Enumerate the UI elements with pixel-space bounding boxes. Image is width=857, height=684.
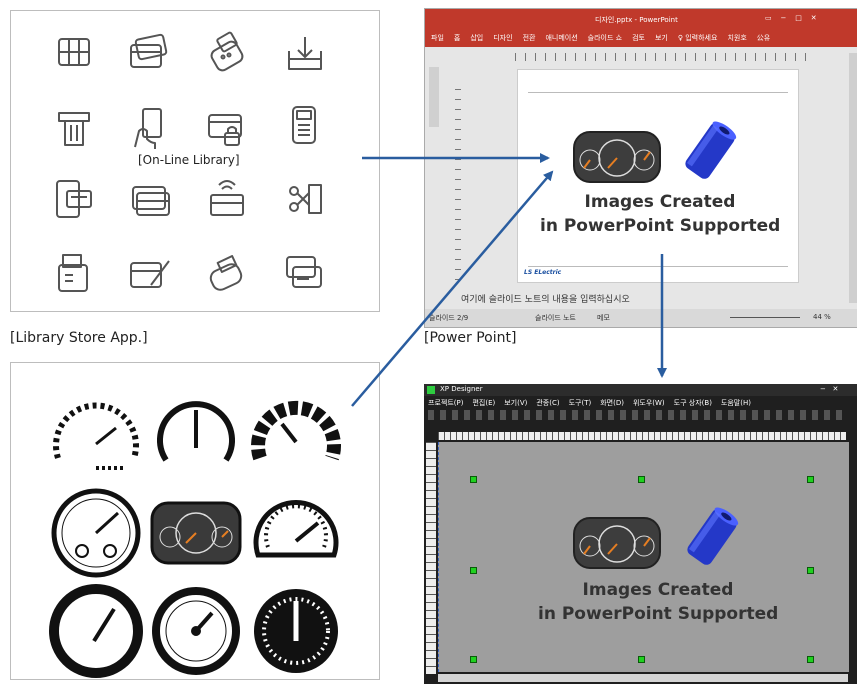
ribbon-tab[interactable]: ♀ 입력하세요 (678, 33, 718, 43)
xp-menu-item[interactable]: 위도우(W) (633, 398, 665, 408)
library-panel: [On-Line Library] (10, 10, 380, 312)
speedometer-icon (253, 500, 339, 558)
xp-menu-item[interactable]: 프로젝트(P) (428, 398, 463, 408)
online-library-label: [On-Line Library] (136, 153, 242, 167)
ppt-dashboard-graphic (573, 131, 661, 183)
zoom-slider[interactable] (730, 317, 800, 318)
xp-menu-item[interactable]: 화면(D) (600, 398, 624, 408)
thick-ring-gauge-icon (49, 584, 143, 678)
xp-title-text: XP Designer (440, 385, 483, 393)
slide-top-line (528, 92, 788, 93)
ppt-overlay-line1: Images Created (584, 192, 736, 212)
xp-horizontal-ruler (438, 432, 846, 440)
selection-handle[interactable] (638, 656, 645, 663)
gauge-icon-grid (49, 400, 341, 678)
black-gauge-icon (254, 589, 338, 673)
ribbon-tab[interactable]: 삽입 (470, 33, 483, 43)
download-tray-icon (288, 37, 322, 70)
card-lock-icon (208, 114, 242, 146)
xp-menu-item[interactable]: 편집(E) (472, 398, 495, 408)
ribbon-tab[interactable]: 公유 (757, 33, 770, 43)
ppt-notes-area[interactable]: 여기에 슬라이드 노트의 내용을 입력하십시오 (461, 292, 630, 305)
ribbon-tab[interactable]: 홈 (454, 33, 460, 43)
xp-vertical-ruler (426, 442, 436, 674)
xp-menu-item[interactable]: 도움말(H) (721, 398, 751, 408)
selection-handle[interactable] (807, 656, 814, 663)
selection-handle[interactable] (638, 476, 645, 483)
simple-gauge-icon (157, 401, 235, 462)
pos-terminal-icon (292, 106, 316, 144)
xp-menu-item[interactable]: 관종(C) (536, 398, 559, 408)
xp-cylinder-graphic (687, 507, 739, 565)
slide-footer-logo: LS ELectric (524, 269, 562, 276)
ppt-scrollbar[interactable] (849, 53, 857, 303)
ribbon-tab[interactable]: 검토 (632, 33, 645, 43)
ribbon-tab[interactable]: 애니메이션 (545, 33, 577, 43)
sim-card-icon (58, 38, 90, 66)
phone-transfer-icon (56, 180, 92, 218)
xp-menu-item[interactable]: 보기(V) (504, 398, 527, 408)
ppt-ribbon-tabs: 파일 홈 삽입 디자인 전환 애니메이션 슬라이드 쇼 검토 보기 ♀ 입력하세… (431, 33, 770, 43)
ppt-overlay-text: Images Created in PowerPoint Supported (540, 190, 780, 238)
ribbon-tab[interactable]: 파일 (431, 33, 444, 43)
selection-handle[interactable] (470, 476, 477, 483)
ppt-vertical-ruler (455, 89, 461, 289)
ppt-horizontal-ruler (515, 53, 815, 61)
round-gauge-icon (51, 488, 141, 578)
xp-scrollbar[interactable] (438, 674, 848, 682)
xp-menu-item[interactable]: 도구(T) (569, 398, 592, 408)
xp-menu-bar: 프로젝트(P) 편집(E) 보기(V) 관종(C) 도구(T) 화면(D) 위도… (428, 398, 751, 408)
cards-stack-icon (132, 186, 170, 216)
status-memo-button[interactable]: 메모 (597, 313, 610, 323)
card-machine-icon (209, 255, 243, 291)
ribbon-tab[interactable]: 디자인 (493, 33, 512, 43)
xp-overlay-line2: in PowerPoint Supported (538, 604, 779, 624)
ppt-status-bar: 슬라이드 2/9 슬라이드 노트 메모 44 % (425, 309, 857, 327)
ribbon-tab[interactable]: 보기 (655, 33, 668, 43)
xp-overlay-text: Images Created in PowerPoint Supported (538, 578, 778, 626)
dashed-gauge-icon (53, 402, 139, 470)
cut-card-icon (289, 184, 322, 214)
card-reader-icon (286, 256, 322, 288)
selection-handle[interactable] (470, 656, 477, 663)
xp-window-controls[interactable]: − ✕ (820, 385, 838, 393)
ribbon-tab[interactable]: 치원호 (727, 33, 746, 43)
selection-handle[interactable] (807, 567, 814, 574)
selection-handle[interactable] (470, 567, 477, 574)
powerpoint-caption: [Power Point] (424, 330, 517, 346)
hand-card-icon (134, 108, 162, 149)
ppt-cylinder-graphic (685, 121, 737, 179)
ribbon-tab[interactable]: 슬라이드 쇼 (588, 33, 622, 43)
ppt-window-controls[interactable]: ▭ − □ ✕ (765, 14, 817, 22)
gauge-panel (10, 362, 380, 680)
slide-bottom-line (528, 266, 788, 267)
xp-title-bar: XP Designer − ✕ (424, 384, 857, 396)
card-terminal-icon (210, 31, 244, 72)
ppt-title-text: 디자인.pptx - PowerPoint (595, 16, 678, 24)
xp-app-icon (427, 386, 435, 394)
ppt-thumbnail-strip (429, 67, 439, 127)
ribbon-tab[interactable]: 전환 (523, 33, 536, 43)
fax-machine-icon (58, 254, 88, 292)
status-notes-button[interactable]: 슬라이드 노트 (535, 313, 576, 323)
xp-overlay-line1: Images Created (582, 580, 734, 600)
status-zoom: 44 % (813, 313, 831, 321)
card-sign-icon (130, 260, 170, 288)
library-store-caption: [Library Store App.] (10, 330, 148, 346)
ppt-title-bar: 디자인.pptx - PowerPoint ▭ − □ ✕ 파일 홈 삽입 디자… (425, 9, 857, 47)
white-face-gauge-icon (152, 587, 240, 675)
dashboard-gauge-icon (150, 501, 242, 565)
ppt-overlay-line2: in PowerPoint Supported (540, 216, 781, 236)
contactless-card-icon (210, 180, 244, 216)
segmented-gauge-icon (251, 400, 341, 461)
selection-handle[interactable] (807, 476, 814, 483)
cards-icon (130, 33, 168, 68)
xp-dashboard-graphic (573, 517, 661, 569)
atm-icon (58, 112, 90, 146)
xp-toolbar[interactable] (428, 410, 848, 420)
status-slide-count: 슬라이드 2/9 (429, 314, 469, 322)
xp-menu-item[interactable]: 도구 상자(B) (674, 398, 712, 408)
